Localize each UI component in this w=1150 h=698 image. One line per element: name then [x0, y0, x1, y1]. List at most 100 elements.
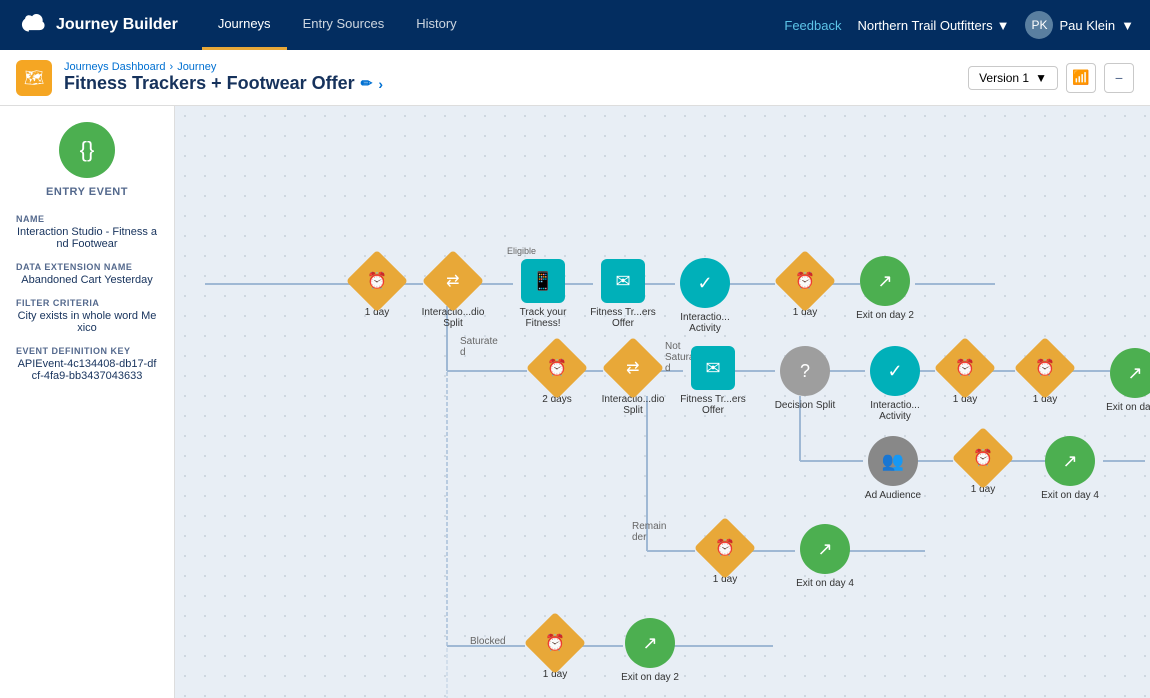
node-decision-split[interactable]: ? Decision Split — [775, 346, 835, 411]
nav-forward-icon[interactable]: › — [378, 76, 383, 92]
main-area: {} ENTRY EVENT NAME Interaction Studio -… — [0, 106, 1150, 698]
version-selector: Version 1 ▼ 📶 − — [968, 63, 1134, 93]
nav-right: Feedback Northern Trail Outfitters ▼ PK … — [784, 11, 1134, 39]
version-dropdown[interactable]: Version 1 ▼ — [968, 66, 1058, 90]
journey-icon: 🗺 — [16, 60, 52, 96]
interaction-split-r2-diamond[interactable]: ⇄ — [602, 337, 664, 399]
edit-icon[interactable]: ✏ — [361, 75, 373, 92]
node-1day-remainder[interactable]: ⏰ 1 day — [695, 526, 755, 585]
ad-audience-circle[interactable]: 👥 — [868, 436, 918, 486]
app-logo: Journey Builder — [16, 14, 178, 36]
node-2days-row2[interactable]: ⏰ 2 days — [527, 346, 587, 405]
exit-circle-day4-ad[interactable]: ↗ — [1045, 436, 1095, 486]
wait-diamond-remainder[interactable]: ⏰ — [694, 517, 756, 579]
journey-canvas: ⏰ 1 day ⇄ Interactio...dioSplit Eligible… — [175, 106, 1150, 698]
user-name: Pau Klein — [1059, 18, 1115, 33]
org-selector[interactable]: Northern Trail Outfitters ▼ — [857, 18, 1009, 33]
node-1day-row2-b[interactable]: ⏰ 1 day — [1015, 346, 1075, 405]
node-1day-row2-a[interactable]: ⏰ 1 day — [935, 346, 995, 405]
wait-diamond-ad[interactable]: ⏰ — [952, 427, 1014, 489]
feedback-link[interactable]: Feedback — [784, 18, 841, 33]
clock-icon-remainder: ⏰ — [715, 538, 735, 558]
node-label-offer-r2: Fitness Tr...ersOffer — [678, 394, 748, 416]
tab-journeys[interactable]: Journeys — [202, 0, 287, 50]
breadcrumb-link[interactable]: Journeys Dashboard — [64, 61, 166, 73]
tab-entry-sources[interactable]: Entry Sources — [287, 0, 401, 50]
breadcrumb-bar: 🗺 Journeys Dashboard › Journey Fitness T… — [0, 50, 1150, 106]
wait-diamond-1[interactable]: ⏰ — [346, 250, 408, 312]
wait-diamond-r2a[interactable]: ⏰ — [934, 337, 996, 399]
node-interaction-split[interactable]: ⇄ Interactio...dioSplit — [423, 259, 483, 329]
entry-event-icon[interactable]: {} — [59, 122, 115, 178]
blocked-label: Blocked — [470, 636, 506, 647]
node-track-fitness[interactable]: 📱 Track yourFitness! — [513, 259, 573, 329]
clock-icon-r1b: ⏰ — [795, 271, 815, 291]
node-exit-day5[interactable]: ↗ Exit on day 5 — [1105, 348, 1150, 413]
clock-icon-2days: ⏰ — [547, 358, 567, 378]
exit-label-day5: Exit on day 5 — [1095, 402, 1150, 413]
wait-diamond-2days[interactable]: ⏰ — [526, 337, 588, 399]
user-selector[interactable]: PK Pau Klein ▼ — [1025, 11, 1134, 39]
wait-diamond-r2b[interactable]: ⏰ — [1014, 337, 1076, 399]
node-interaction-activity-r2[interactable]: ✓ Interactio...Activity — [865, 346, 925, 422]
question-icon: ? — [800, 361, 810, 382]
top-navigation: Journey Builder Journeys Entry Sources H… — [0, 0, 1150, 50]
split-icon: ⇄ — [446, 271, 459, 291]
exit-circle-day2-top[interactable]: ↗ — [860, 256, 910, 306]
interaction-activity-circle-r1[interactable]: ✓ — [680, 258, 730, 308]
node-exit-day2-top[interactable]: ↗ Exit on day 2 — [855, 256, 915, 321]
data-ext-label: DATA EXTENSION NAME — [16, 262, 158, 272]
event-key-label: EVENT DEFINITION KEY — [16, 346, 158, 356]
clock-icon-blocked: ⏰ — [545, 633, 565, 653]
node-fitness-offer-r1[interactable]: ✉ Fitness Tr...ersOffer — [593, 259, 653, 329]
node-ad-audience[interactable]: 👥 Ad Audience — [863, 436, 923, 501]
entry-event-icon-symbol: {} — [80, 137, 95, 163]
exit-circle-day2-blocked[interactable]: ↗ — [625, 618, 675, 668]
zoom-out-button[interactable]: − — [1104, 63, 1134, 93]
sidebar-data-ext-field: DATA EXTENSION NAME Abandoned Cart Yeste… — [16, 262, 158, 286]
interaction-activity-circle-r2[interactable]: ✓ — [870, 346, 920, 396]
journey-diagram: ⏰ 1 day ⇄ Interactio...dioSplit Eligible… — [175, 106, 1150, 698]
node-fitness-offer-r2[interactable]: ✉ Fitness Tr...ersOffer — [683, 346, 743, 416]
fitness-offer-square-r2[interactable]: ✉ — [691, 346, 735, 390]
node-interaction-activity-r1[interactable]: ✓ Interactio...Activity — [675, 258, 735, 334]
node-label-track: Track yourFitness! — [508, 307, 578, 329]
exit-label-day4-rem: Exit on day 4 — [785, 578, 865, 589]
org-dropdown-icon: ▼ — [997, 18, 1010, 33]
node-1day-row1[interactable]: ⏰ 1 day — [347, 259, 407, 318]
app-title: Journey Builder — [56, 16, 178, 34]
node-interaction-split-r2[interactable]: ⇄ Interactio...dioSplit — [603, 346, 663, 416]
exit-circle-day5[interactable]: ↗ — [1110, 348, 1150, 398]
tab-history[interactable]: History — [400, 0, 472, 50]
filter-value: City exists in whole word Mexico — [16, 310, 158, 334]
interaction-split-diamond[interactable]: ⇄ — [422, 250, 484, 312]
wait-diamond-blocked[interactable]: ⏰ — [524, 612, 586, 674]
decision-split-circle[interactable]: ? — [780, 346, 830, 396]
node-1day-row1-b[interactable]: ⏰ 1 day — [775, 259, 835, 318]
node-label-ad-audience: Ad Audience — [858, 490, 928, 501]
name-field-value: Interaction Studio - Fitness and Footwea… — [16, 226, 158, 250]
node-label-activity-r2: Interactio...Activity — [860, 400, 930, 422]
node-label-activity-r1: Interactio...Activity — [670, 312, 740, 334]
email-icon-r1: ✉ — [615, 271, 630, 292]
event-key-value: APIEvent-4c134408-db17-dfcf-4fa9-bb34370… — [16, 358, 158, 382]
sidebar-filter-field: FILTER CRITERIA City exists in whole wor… — [16, 298, 158, 334]
node-1day-blocked[interactable]: ⏰ 1 day — [525, 621, 585, 680]
node-label-decision: Decision Split — [770, 400, 840, 411]
fitness-offer-square-r1[interactable]: ✉ — [601, 259, 645, 303]
version-label: Version 1 — [979, 71, 1029, 85]
exit-circle-day4-rem[interactable]: ↗ — [800, 524, 850, 574]
breadcrumb-text: Journeys Dashboard › Journey Fitness Tra… — [64, 61, 383, 94]
node-1day-ad-branch[interactable]: ⏰ 1 day — [953, 436, 1013, 495]
data-ext-value: Abandoned Cart Yesterday — [16, 274, 158, 286]
track-fitness-square[interactable]: 📱 — [521, 259, 565, 303]
signal-button[interactable]: 📶 — [1066, 63, 1096, 93]
node-exit-day4-remainder[interactable]: ↗ Exit on day 4 — [795, 524, 855, 589]
node-exit-day2-blocked[interactable]: ↗ Exit on day 2 — [620, 618, 680, 683]
filter-label: FILTER CRITERIA — [16, 298, 158, 308]
node-exit-day4-ad[interactable]: ↗ Exit on day 4 — [1040, 436, 1100, 501]
wait-diamond-r1b[interactable]: ⏰ — [774, 250, 836, 312]
journey-title: Fitness Trackers + Footwear Offer — [64, 73, 355, 94]
user-dropdown-icon: ▼ — [1121, 18, 1134, 33]
email-icon-r2: ✉ — [705, 358, 720, 379]
